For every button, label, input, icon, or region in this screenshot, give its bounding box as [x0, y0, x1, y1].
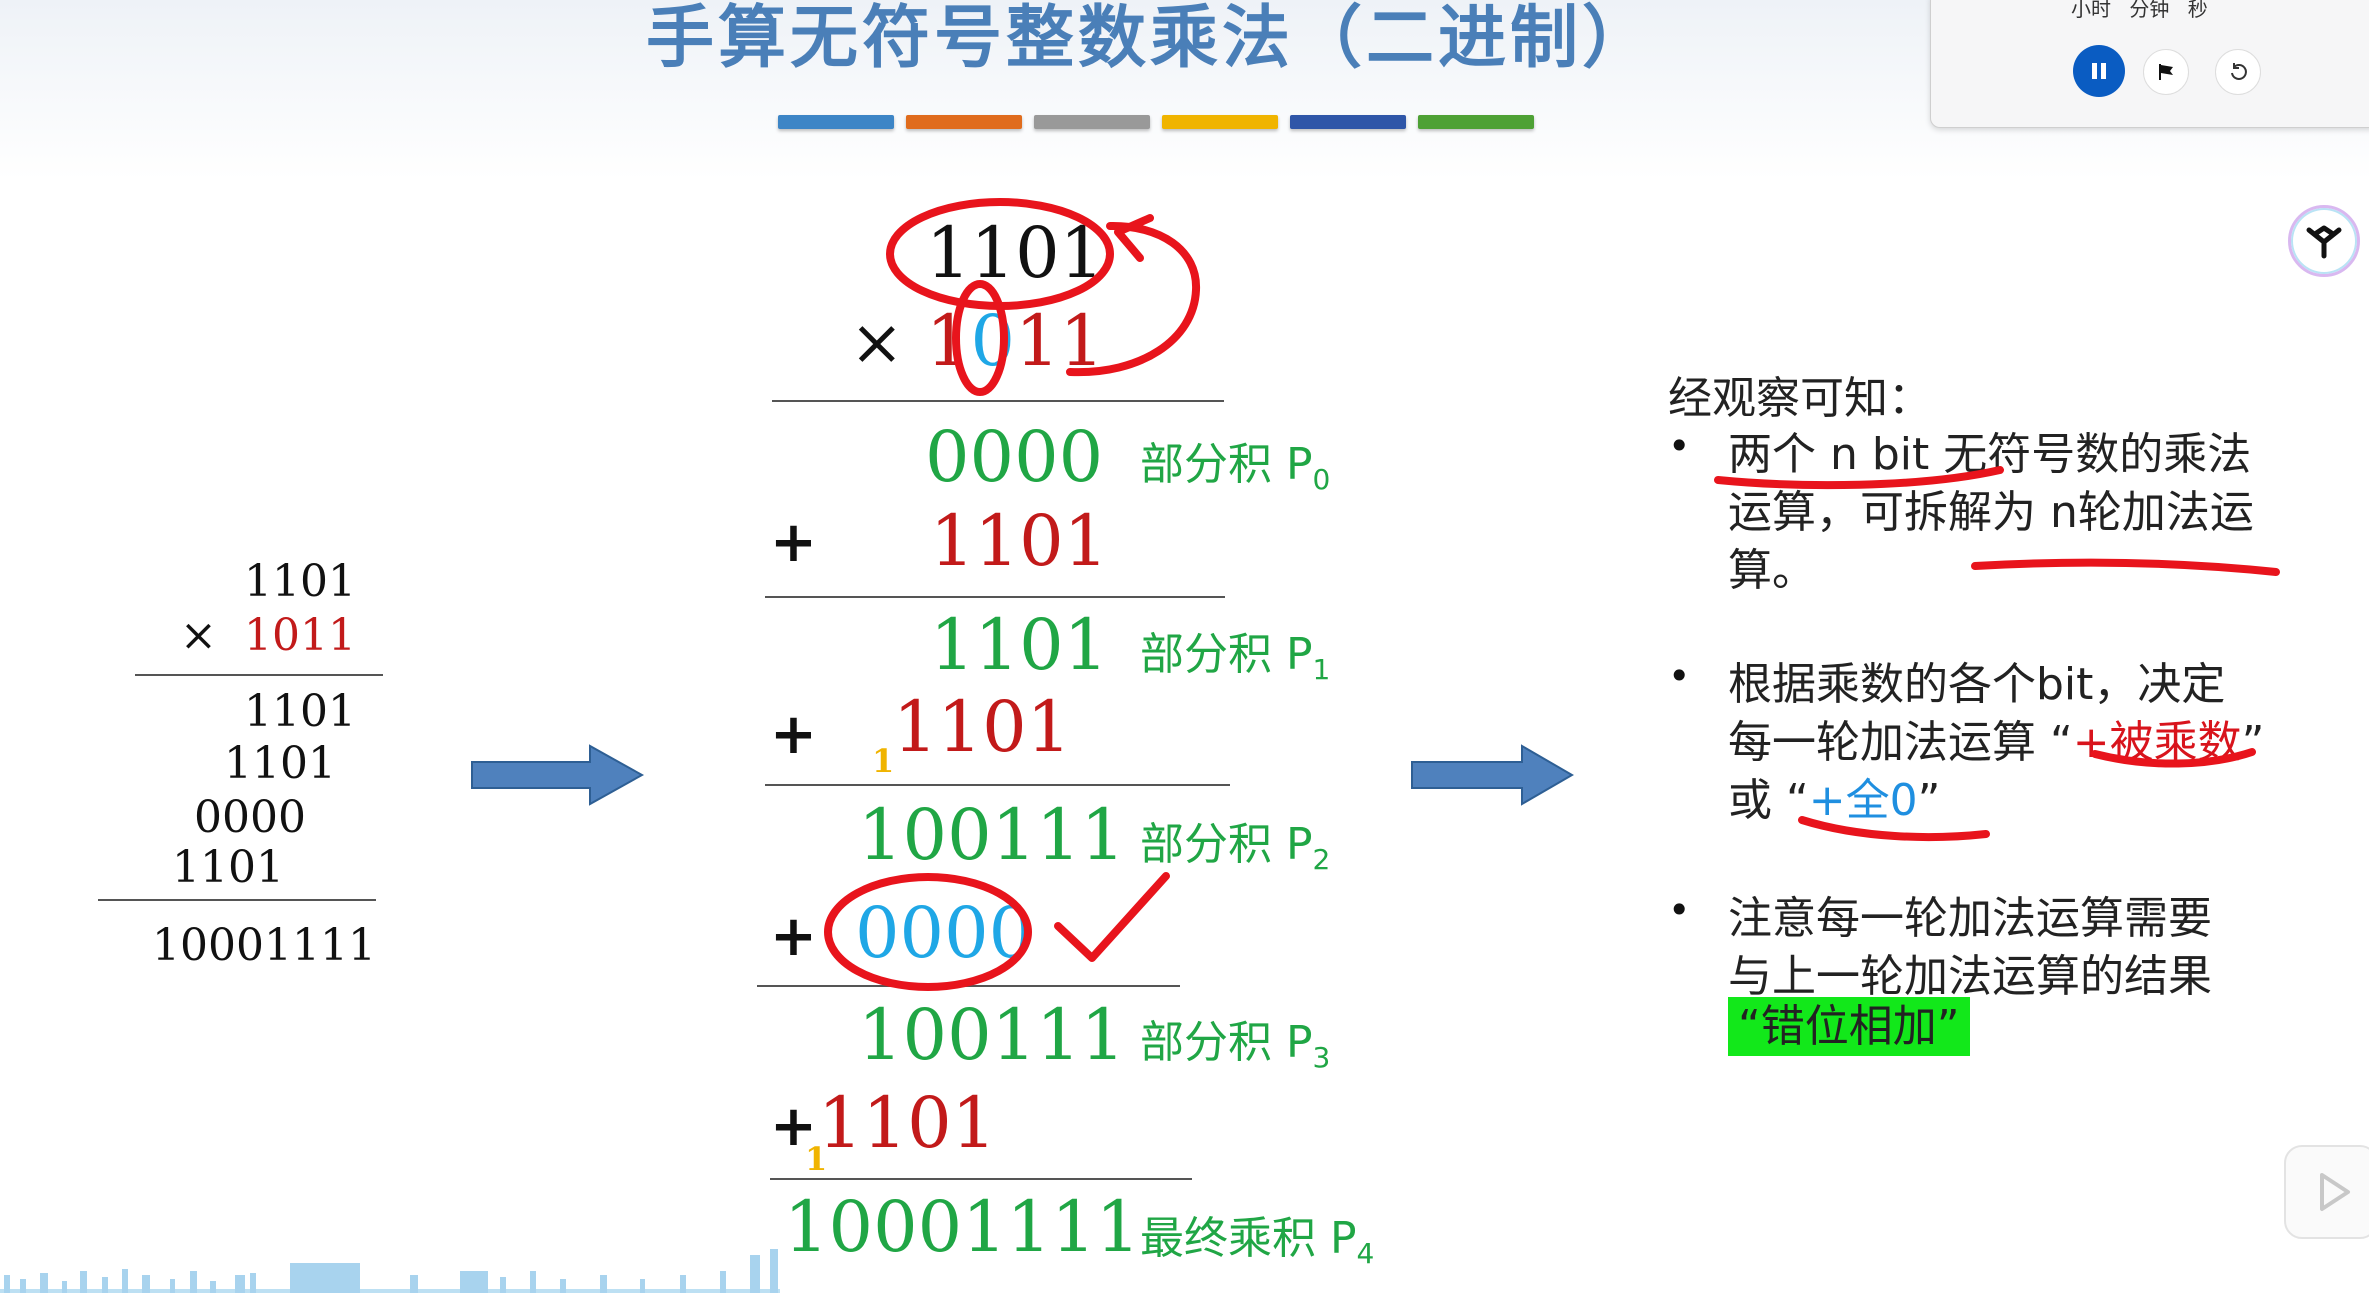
bullet: • [1668, 888, 1691, 932]
partial-product-label: 部分积 P3 [1140, 1017, 1331, 1074]
color-bar [778, 115, 894, 129]
addend-value: 0000 [855, 892, 1034, 974]
bullet2-line: 或 “+全0” [1728, 764, 1940, 828]
bullet1-line: 两个 n bit 无符号数的乘法 [1728, 429, 2252, 480]
arrow-head-annotation [1114, 214, 1154, 262]
right-arrow-icon [471, 744, 645, 806]
bullet2-line: 根据乘数的各个bit，决定 [1728, 659, 2226, 710]
partial-product-label-text: 部分积 [1140, 819, 1272, 870]
partial-product-label-text: 部分积 [1140, 1017, 1272, 1068]
play-icon [2320, 1173, 2350, 1211]
video-play-button[interactable] [2284, 1145, 2369, 1239]
highlight-text: “错位相加” [1728, 997, 1970, 1056]
color-bar [1162, 115, 1278, 129]
partial-product-label-text: 部分积 [1140, 629, 1272, 680]
addend-value: 1101 [930, 500, 1109, 582]
bullet: • [1668, 654, 1691, 698]
left-multiplicand: 1101 [244, 556, 356, 607]
partial-product-value: 1101 [930, 604, 1109, 686]
bullet2-emphasis: +全0 [1808, 775, 1918, 826]
pause-icon [2092, 63, 2106, 79]
bullet2-text: ” [1917, 775, 1941, 826]
partial-product-subscript: 2 [1312, 842, 1331, 876]
plus-sign: + [770, 702, 817, 767]
bullet2-text: 或 “ [1728, 775, 1809, 826]
app-logo-icon[interactable] [2288, 205, 2360, 277]
partial-product-value: 100111 [858, 794, 1126, 876]
audio-wave-indicator [0, 1249, 780, 1293]
bullet2-emphasis: +被乘数 [2072, 717, 2242, 768]
bullet3-line: “错位相加” [1728, 990, 1970, 1056]
bullet1-line: 运算，可拆解为 n轮加法运 [1728, 487, 2254, 538]
left-times-sign: × [180, 610, 217, 661]
partial-product-label: 部分积 P2 [1140, 819, 1331, 876]
mid-multiplier-digit: 11 [1015, 300, 1105, 382]
color-bar [1034, 115, 1150, 129]
reset-button[interactable] [2215, 49, 2261, 95]
check-mark-icon [1054, 872, 1170, 962]
left-partial-row: 0000 [194, 792, 306, 843]
partial-product-label: 部分积 P0 [1140, 439, 1331, 496]
pause-button[interactable] [2073, 45, 2125, 97]
addend-value: 1101 [818, 1082, 997, 1164]
partial-product-subscript: 0 [1312, 462, 1331, 496]
left-result: 10001111 [152, 920, 376, 971]
bullet2-text: ” [2241, 717, 2265, 768]
underline-annotation [1971, 558, 2280, 576]
bullet1-line: 算。 [1728, 545, 1816, 596]
color-bar [1418, 115, 1534, 129]
right-arrow-icon [1411, 744, 1574, 806]
logo-glyph-icon [2306, 225, 2342, 259]
left-multiplier: 1011 [244, 610, 356, 661]
partial-product-value: 100111 [858, 994, 1126, 1076]
bullet: • [1668, 424, 1691, 468]
bullet2-line: 每一轮加法运算 “+被乘数” [1728, 706, 2264, 770]
partial-product-subscript: 1 [1312, 652, 1331, 686]
mid-times-sign: × [850, 306, 904, 380]
color-bar [1290, 115, 1406, 129]
plus-sign: + [770, 904, 817, 969]
partial-product-label: 部分积 P1 [1140, 629, 1331, 686]
mid-multiplicand: 1101 [926, 212, 1105, 294]
timer-labels: 小时 分钟 秒 [2071, 0, 2208, 21]
bullet3-line: 注意每一轮加法运算需要 [1728, 893, 2212, 944]
reset-icon [2231, 63, 2247, 80]
left-partial-row: 1101 [244, 686, 356, 737]
flag-button[interactable] [2143, 49, 2189, 95]
mid-multiplier-digit: 1 [926, 300, 971, 382]
left-partial-row: 1101 [172, 842, 284, 893]
slide: 手算无符号整数乘法（二进制） 1101 × 1011 1101 1101 000… [0, 0, 2369, 1305]
flag-icon [2159, 64, 2173, 80]
plus-sign: + [770, 510, 817, 575]
carry-digit: 1 [872, 742, 895, 780]
final-product-label-text: 最终乘积 [1140, 1213, 1316, 1264]
partial-product-label-text: 部分积 [1140, 439, 1272, 490]
timer-panel: 小时 分钟 秒 [1930, 0, 2369, 128]
final-product-value: 10001111 [784, 1186, 1141, 1268]
mid-multiplier-digit-highlight: 0 [970, 300, 1016, 382]
final-product-subscript: 4 [1356, 1236, 1375, 1270]
mid-multiplier: 1011 [926, 300, 1104, 382]
partial-product-subscript: 3 [1312, 1040, 1331, 1074]
color-bar [906, 115, 1022, 129]
color-bar-strip [778, 115, 1534, 129]
bullet2-text: 每一轮加法运算 “ [1728, 717, 2073, 768]
partial-product-value: 0000 [925, 416, 1104, 498]
addend-value: 1101 [893, 686, 1072, 768]
left-partial-row: 1101 [224, 738, 336, 789]
observations-heading: 经观察可知： [1668, 373, 1932, 424]
final-product-label: 最终乘积 P4 [1140, 1213, 1375, 1270]
